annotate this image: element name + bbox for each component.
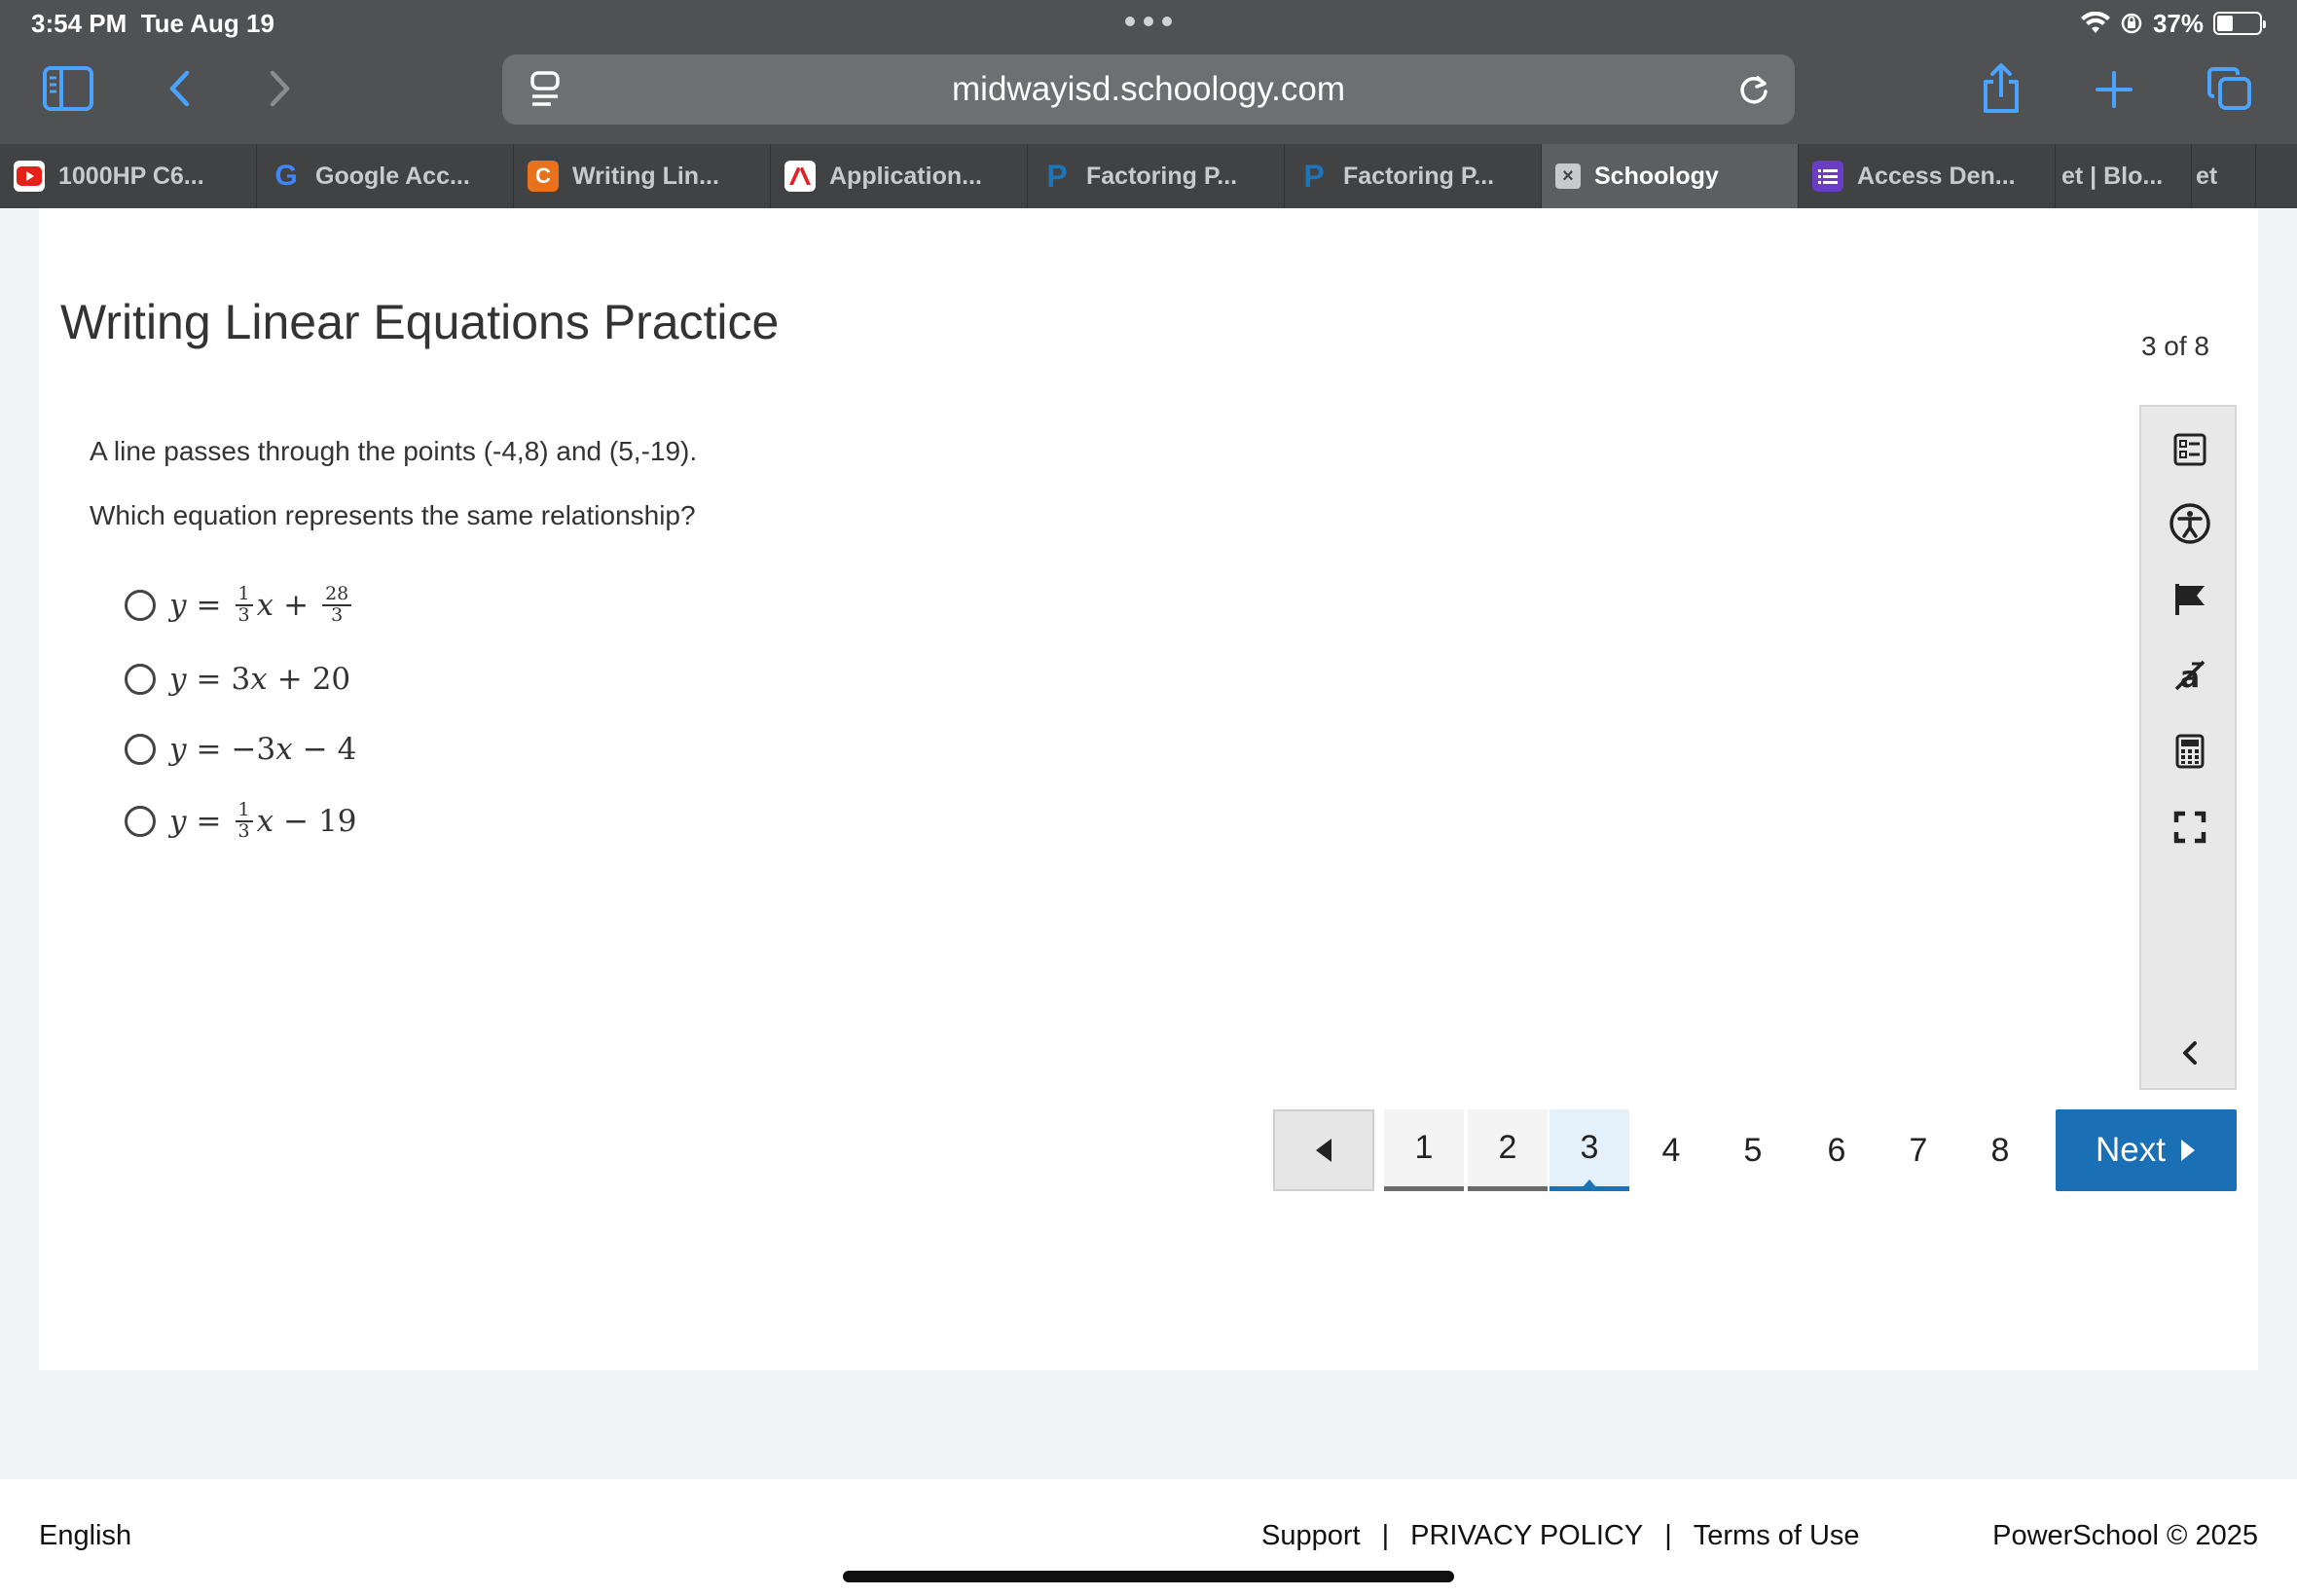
tab-google-account[interactable]: G Google Acc... [257,144,514,208]
multitasking-dots[interactable] [1125,14,1172,29]
calculator-icon[interactable] [2167,728,2213,775]
forward-icon[interactable] [263,66,298,111]
status-time: 3:54 PM Tue Aug 19 [31,9,274,38]
equation: y = 13 x −19 [169,799,357,842]
page-8-button[interactable]: 8 [1960,1109,2040,1191]
share-icon[interactable] [1980,62,2023,115]
radio-button[interactable] [125,806,156,837]
adobe-icon [784,161,816,192]
question-progress: 3 of 8 [2140,331,2209,361]
copyright: PowerSchool © 2025 [1992,1520,2258,1551]
tab-label: et | Blo... [2061,162,2164,190]
page-1-button[interactable]: 1 [1384,1109,1464,1191]
page-5-button[interactable]: 5 [1713,1109,1793,1191]
p-icon: P [1303,158,1325,194]
language-selector[interactable]: English [39,1520,131,1552]
answer-choice-b[interactable]: y = 3 x +20 [125,648,350,710]
tab-label: Application... [829,162,982,190]
tab-factoring-2[interactable]: P Factoring P... [1285,144,1542,208]
wifi-icon [2080,12,2110,33]
home-indicator[interactable] [843,1571,1454,1582]
back-icon[interactable] [162,66,197,111]
browser-chrome: 3:54 PM Tue Aug 19 37% midwayisd.schoolo… [0,0,2297,144]
battery-icon [2213,12,2266,35]
collapse-rail-icon[interactable] [2167,1030,2213,1076]
answer-choice-d[interactable]: y = 13 x −19 [125,790,357,852]
page-7-button[interactable]: 7 [1878,1109,1958,1191]
radio-button[interactable] [125,734,156,765]
caret-right-icon [2180,1140,2195,1161]
reload-icon[interactable] [1734,70,1773,109]
fullscreen-icon[interactable] [2167,804,2213,851]
tab-1000hp[interactable]: 1000HP C6... [0,144,257,208]
support-link[interactable]: Support [1261,1520,1361,1552]
answer-choice-a[interactable]: y = 13 x + 28 3 [125,574,355,636]
next-question-button[interactable]: Next [2056,1109,2237,1191]
close-tab-icon[interactable]: × [1555,163,1581,189]
orientation-lock-icon [2121,13,2142,34]
answer-choice-c[interactable]: y = −3 x −4 [125,718,356,780]
url-text: midwayisd.schoology.com [952,70,1345,108]
tab-label: 1000HP C6... [58,162,204,190]
tab-overflow[interactable]: et [2192,144,2256,208]
tab-writing-linear[interactable]: C Writing Lin... [514,144,771,208]
list-icon [1812,161,1843,192]
previous-question-button[interactable] [1273,1109,1374,1191]
terms-of-use-link[interactable]: Terms of Use [1694,1520,1860,1552]
tab-label: Writing Lin... [572,162,719,190]
eliminate-answer-icon[interactable]: a [2167,652,2213,699]
status-date: Tue Aug 19 [140,9,274,38]
tab-label: et [2196,162,2218,190]
page-2-button[interactable]: 2 [1468,1109,1548,1191]
radio-button[interactable] [125,664,156,695]
tab-factoring-1[interactable]: P Factoring P... [1028,144,1285,208]
question-stem: A line passes through the points (-4,8) … [90,436,698,466]
flag-icon[interactable] [2167,576,2213,623]
tab-blooket[interactable]: et | Blo... [2056,144,2192,208]
page-3-button[interactable]: 3 [1550,1109,1629,1191]
question-prompt: Which equation represents the same relat… [90,500,696,530]
tab-access-denied[interactable]: Access Den... [1799,144,2056,208]
next-label: Next [2096,1131,2166,1169]
footer-links: Support | PRIVACY POLICY | Terms of Use [1261,1520,1860,1552]
tab-overview-icon[interactable] [2206,64,2254,113]
tab-application[interactable]: Application... [771,144,1028,208]
address-bar[interactable]: midwayisd.schoology.com [502,54,1795,125]
radio-button[interactable] [125,590,156,621]
page-6-button[interactable]: 6 [1797,1109,1877,1191]
equation: y = 13 x + 28 3 [169,584,355,626]
tab-label: Schoology [1594,162,1719,190]
tab-strip: 1000HP C6... G Google Acc... C Writing L… [0,144,2297,208]
footer-separator: | [1664,1520,1672,1551]
page-title: Writing Linear Equations Practice [60,295,780,349]
equation: y = −3 x −4 [169,732,357,767]
tab-schoology[interactable]: × Schoology [1542,144,1799,208]
new-tab-icon[interactable] [2093,68,2135,111]
c-icon: C [528,161,559,192]
battery-percent: 37% [2152,8,2204,38]
google-icon: G [274,160,298,192]
question-list-icon[interactable] [2167,426,2213,473]
tool-rail: a [2139,405,2237,1090]
page-4-button[interactable]: 4 [1631,1109,1711,1191]
accessibility-icon[interactable] [2167,500,2213,547]
sidebar-toggle-icon[interactable] [43,66,93,111]
tab-label: Factoring P... [1343,162,1495,190]
tab-label: Google Acc... [315,162,470,190]
tab-label: Factoring P... [1086,162,1238,190]
tab-label: Access Den... [1857,162,2016,190]
equation: y = 3 x +20 [169,662,351,697]
content-card [39,208,2258,1370]
p-icon: P [1046,158,1068,194]
status-right: 37% [2080,8,2266,39]
caret-left-icon [1316,1139,1331,1162]
privacy-policy-link[interactable]: PRIVACY POLICY [1410,1520,1643,1552]
footer-separator: | [1381,1520,1390,1551]
youtube-icon [14,161,45,192]
